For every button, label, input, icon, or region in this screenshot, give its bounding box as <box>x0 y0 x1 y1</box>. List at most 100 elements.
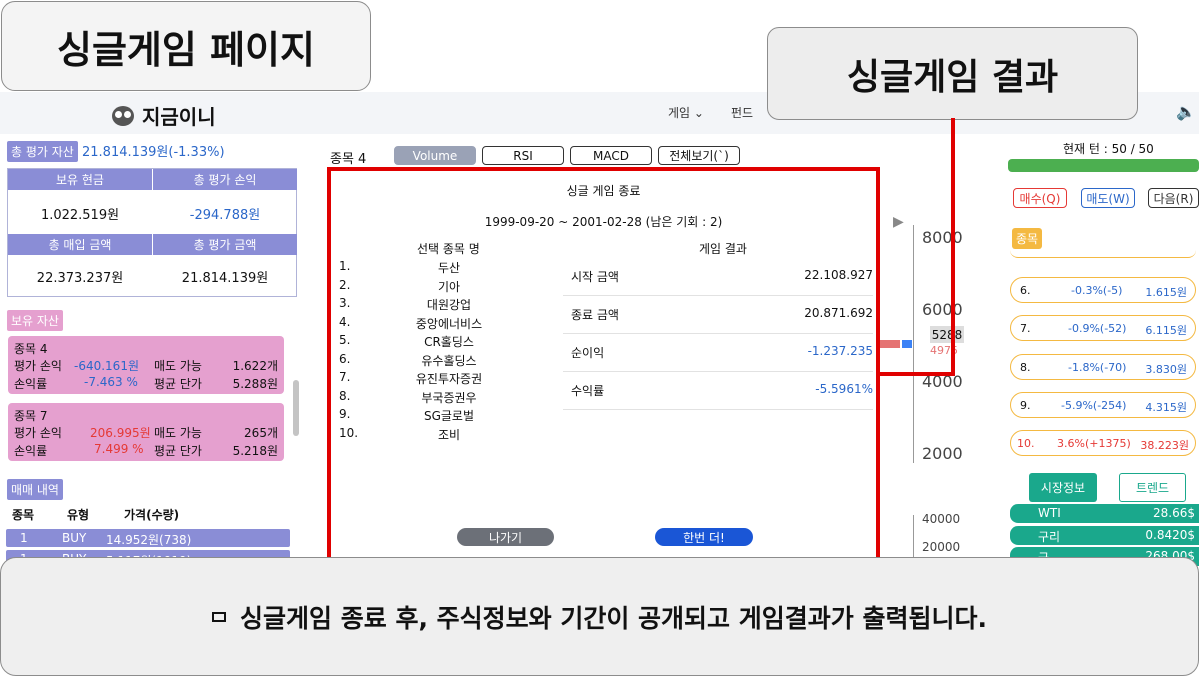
stock-name: SG글로벌 <box>423 409 475 423</box>
eval-total-value: 21.814.139원 <box>181 271 269 286</box>
stock-price: 38.223원 <box>1140 439 1189 452</box>
stock-name: 대원강업 <box>426 298 472 312</box>
tab-macd[interactable]: MACD <box>570 146 652 165</box>
holding-pl-label: 평가 손익 <box>14 359 62 373</box>
list-item: 7. 유진투자증권 <box>339 370 559 389</box>
trade-header-price: 가격(수량) <box>124 508 180 522</box>
holding-sell-label: 매도 가능 <box>154 359 202 373</box>
trade-row[interactable]: 1 BUY 14.952원(738) <box>6 529 290 547</box>
total-asset-value: 21.814.139원(-1.33%) <box>82 145 225 160</box>
market-name: WTI <box>1038 506 1061 520</box>
holding-name: 종목 7 <box>14 409 48 423</box>
volume-axis-tick: 20000 <box>922 540 961 554</box>
callout-connector <box>951 118 955 376</box>
market-row: WTI 28.66$ <box>1010 504 1199 523</box>
stock-price: 4.315원 <box>1145 401 1187 414</box>
result-label: 종료 금액 <box>571 308 619 322</box>
list-item: 5. CR홀딩스 <box>339 333 559 352</box>
holding-pl-label: 평가 손익 <box>14 426 62 440</box>
page-caption: 싱글게임 페이지 <box>1 1 371 91</box>
pl-label: 총 평가 손익 <box>153 169 297 190</box>
market-name: 구리 <box>1038 530 1061 544</box>
holding-rate-value: -7.463 % <box>84 375 138 389</box>
list-number: 10. <box>339 425 359 440</box>
holding-avg-value: 5.218원 <box>232 444 278 458</box>
tab-trend[interactable]: 트렌드 <box>1119 473 1186 502</box>
tab-volume[interactable]: Volume <box>394 146 476 165</box>
stock-name: 부국증권우 <box>421 390 477 405</box>
stock-name: CR홀딩스 <box>424 335 474 349</box>
market-row: 구리 0.8420$ <box>1010 526 1199 545</box>
list-number: 6. <box>339 351 351 366</box>
bullet-square-icon <box>212 611 227 622</box>
logo[interactable]: 지금이니 <box>112 101 216 130</box>
market-value: 0.8420$ <box>1145 528 1195 542</box>
holding-card[interactable]: 종목 4 평가 손익 -640.161원 매도 가능 1.622개 손익률 -7… <box>8 336 284 394</box>
axis-tick: 2000 <box>922 444 963 463</box>
stock-list-item[interactable]: 6. -0.3%(-5) 1.615원 <box>1010 277 1196 303</box>
stock-change: 3.6%(+1375) <box>1057 437 1131 450</box>
list-item: 4. 중앙에너비스 <box>339 315 559 334</box>
stock-list-item[interactable]: 8. -1.8%(-70) 3.830원 <box>1010 354 1196 380</box>
selected-stock-list: 1. 두산 2. 기아 3. 대원강업 4. 중앙에너비스 5. CR홀딩스 6. 유수홀딩… <box>339 259 559 444</box>
holding-sell-value: 265개 <box>244 426 278 440</box>
list-item: 10. 조비 <box>339 426 559 445</box>
stock-change: -0.9%(-52) <box>1068 322 1127 335</box>
retry-button[interactable]: 한번 더! <box>655 528 753 546</box>
list-item: 2. 기아 <box>339 278 559 297</box>
chart-play-icon[interactable]: ▶ <box>893 214 904 230</box>
nav-fund-menu[interactable]: 펀드 <box>731 104 753 121</box>
stock-list-item[interactable]: 10. 3.6%(+1375) 38.223원 <box>1010 430 1196 456</box>
tab-market-info[interactable]: 시장정보 <box>1029 473 1097 502</box>
stock-index: 9. <box>1020 399 1031 412</box>
result-row-end: 종료 금액 20.871.692 <box>563 296 873 334</box>
trade-stock: 1 <box>20 531 28 545</box>
stock-index: 10. <box>1017 437 1035 450</box>
stock-price: 1.615원 <box>1145 286 1187 299</box>
buy-button[interactable]: 매수(Q) <box>1013 188 1067 208</box>
sell-button[interactable]: 매도(W) <box>1081 188 1135 208</box>
exit-button[interactable]: 나가기 <box>457 528 554 546</box>
stock-name: 유수홀딩스 <box>421 353 477 368</box>
list-item: 9. SG글로벌 <box>339 407 559 426</box>
result-value: 20.871.692 <box>804 306 873 320</box>
holding-card[interactable]: 종목 7 평가 손익 206.995원 매도 가능 265개 손익률 7.499… <box>8 403 284 461</box>
total-asset-tag: 총 평가 자산 <box>7 141 78 162</box>
result-label: 시작 금액 <box>571 270 619 284</box>
stock-list-item[interactable]: 9. -5.9%(-254) 4.315원 <box>1010 392 1196 418</box>
holding-rate-label: 손익률 <box>14 444 48 458</box>
candle-mark <box>880 340 900 348</box>
buy-total-label: 총 매입 금액 <box>8 234 152 255</box>
result-callout: 싱글게임 결과 <box>767 27 1138 120</box>
tab-view-all[interactable]: 전체보기(`) <box>658 146 740 165</box>
list-number: 4. <box>339 314 351 329</box>
result-value: 22.108.927 <box>804 268 873 282</box>
cash-label: 보유 현금 <box>8 169 152 190</box>
nav-game-menu[interactable]: 게임 ⌄ <box>668 104 704 121</box>
holdings-scrollbar[interactable] <box>293 380 299 436</box>
holding-sell-value: 1.622개 <box>232 359 278 373</box>
stock-change: -0.3%(-5) <box>1071 284 1123 297</box>
speaker-icon[interactable]: 🔈 <box>1176 102 1196 121</box>
stock-name: 유진투자증권 <box>415 372 483 386</box>
stock-change: -5.9%(-254) <box>1061 399 1127 412</box>
stock-name: 중앙에너비스 <box>415 316 483 331</box>
pl-value: -294.788원 <box>189 208 261 223</box>
stock-list-item[interactable]: 7. -0.9%(-52) 6.115원 <box>1010 315 1196 341</box>
stock-name: 조비 <box>437 427 461 442</box>
asset-summary: 보유 현금 총 평가 손익 1.022.519원 -294.788원 총 매입 … <box>7 168 297 297</box>
list-item: 3. 대원강업 <box>339 296 559 315</box>
tab-rsi[interactable]: RSI <box>482 146 564 165</box>
turn-progress-bar <box>1008 159 1199 172</box>
list-number: 8. <box>339 388 351 403</box>
holding-avg-value: 5.288원 <box>232 377 278 391</box>
axis-tick: 6000 <box>922 300 963 319</box>
axis-tick: 8000 <box>922 228 963 247</box>
result-value: -1.237.235 <box>807 344 873 358</box>
logo-mascot-icon <box>112 105 134 126</box>
trade-header-type: 유형 <box>67 508 90 522</box>
list-number: 7. <box>339 370 351 384</box>
result-row-start: 시작 금액 22.108.927 <box>563 258 873 296</box>
next-button[interactable]: 다음(R) <box>1148 188 1199 208</box>
stock-index: 7. <box>1020 322 1031 335</box>
